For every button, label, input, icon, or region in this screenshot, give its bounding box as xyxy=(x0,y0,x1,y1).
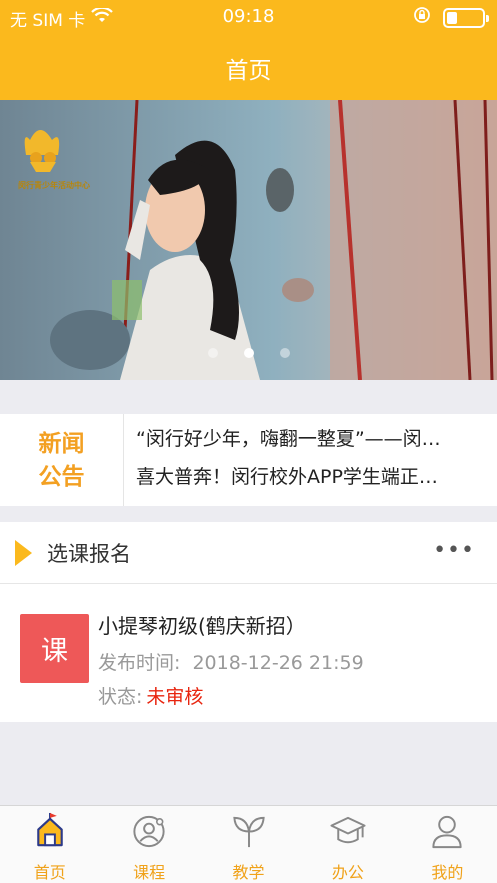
more-icon[interactable]: ••• xyxy=(433,538,475,563)
publish-value: 2018-12-26 21:59 xyxy=(192,652,364,674)
tab-courses[interactable]: 课程 xyxy=(99,806,198,883)
publish-label: 发布时间: xyxy=(98,652,181,674)
graduation-cap-icon xyxy=(330,816,366,844)
course-status: 状态: 未审核 xyxy=(98,682,203,709)
course-icon xyxy=(133,815,165,848)
tab-label: 办公 xyxy=(331,863,364,882)
news-badge: 新闻 公告 xyxy=(0,414,124,506)
news-item[interactable]: “闵行好少年，嗨翻一整夏”——闵… xyxy=(136,426,473,464)
tab-label: 首页 xyxy=(33,863,66,882)
tab-office[interactable]: 办公 xyxy=(298,806,397,883)
tab-label: 我的 xyxy=(431,863,464,882)
course-publish-time: 发布时间: 2018-12-26 21:59 xyxy=(98,648,364,675)
tab-profile[interactable]: 我的 xyxy=(398,806,497,883)
section-header: 选课报名 ••• xyxy=(0,522,497,584)
carousel-dot[interactable] xyxy=(279,348,290,358)
tab-label: 课程 xyxy=(133,863,166,882)
news-badge-line1: 新闻 xyxy=(38,430,85,457)
status-label: 状态: xyxy=(98,686,143,708)
banner-image xyxy=(0,100,497,380)
course-name: 小提琴初级(鹤庆新招） xyxy=(98,614,306,638)
news-panel: 新闻 公告 “闵行好少年，嗨翻一整夏”——闵… 喜大普奔！闵行校外APP学生端正… xyxy=(0,414,497,506)
section-title: 选课报名 xyxy=(47,542,131,566)
sprout-icon xyxy=(232,816,265,848)
news-badge-line2: 公告 xyxy=(38,463,85,490)
carousel-dots xyxy=(0,348,497,358)
carousel-dot[interactable] xyxy=(207,348,218,358)
battery-icon xyxy=(443,7,489,28)
tab-teaching[interactable]: 教学 xyxy=(199,806,298,883)
news-item[interactable]: 喜大普奔！闵行校外APP学生端正… xyxy=(136,464,473,502)
status-bar: 无 SIM 卡 09:18 xyxy=(0,0,497,34)
section-marker-icon xyxy=(15,540,32,566)
orientation-lock-icon xyxy=(413,6,431,29)
banner-logo-text: 闵行青少年活动中心 xyxy=(18,181,90,190)
profile-icon xyxy=(432,815,462,849)
course-registration-section: 选课报名 ••• 课 小提琴初级(鹤庆新招） 发布时间: 2018-12-26 … xyxy=(0,522,497,722)
course-item[interactable]: 课 小提琴初级(鹤庆新招） 发布时间: 2018-12-26 21:59 状态:… xyxy=(0,584,497,721)
tab-bar: 首页 课程 教学 办公 我的 xyxy=(0,805,497,883)
status-value: 未审核 xyxy=(146,686,204,708)
nav-bar: 首页 xyxy=(0,34,497,100)
page-title: 首页 xyxy=(225,58,272,84)
tab-home[interactable]: 首页 xyxy=(0,806,99,883)
tab-label: 教学 xyxy=(232,863,265,882)
course-icon: 课 xyxy=(20,614,89,683)
home-icon xyxy=(36,812,63,847)
carousel-dot-active[interactable] xyxy=(243,348,254,358)
banner-carousel[interactable]: 闵行青少年活动中心 xyxy=(0,100,497,380)
